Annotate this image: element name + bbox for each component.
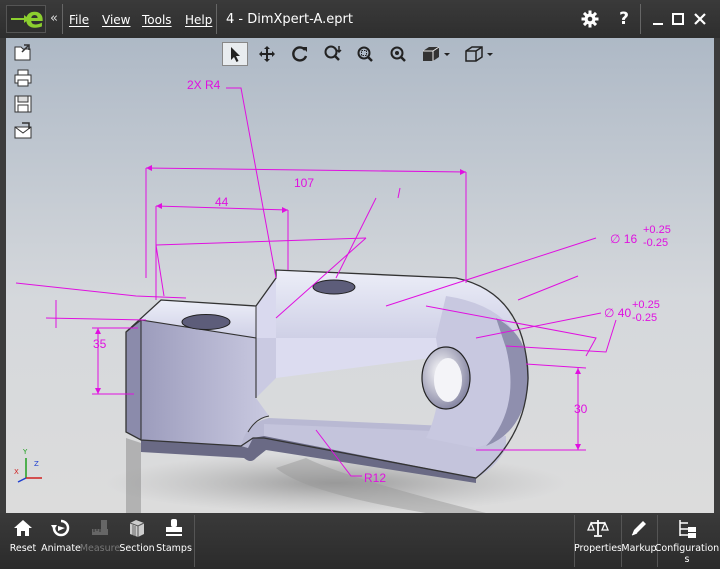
triad-z-label: Z [34,460,39,468]
divider [62,4,63,34]
minimize-icon[interactable] [647,8,669,30]
animate-label: Animate [41,543,81,554]
logo-e-icon: e [25,1,44,34]
annotation-diameter-40: ∅ 40 [604,306,632,320]
stamps-button[interactable]: Stamps [156,513,192,569]
part-body[interactable] [125,269,529,483]
annotation-44: 44 [215,195,229,209]
annotation-2x-r4: 2X R4 [187,78,221,92]
annotation-30: 30 [574,402,588,416]
configurations-label-line2: s [684,554,690,565]
annotation-diameter-16-minus: -0.25 [643,237,669,249]
title-bar: e « File View Tools Help 4 - DimXpert-A.… [0,0,720,38]
properties-label: Properties [574,543,623,554]
animate-button[interactable]: Animate [41,513,81,569]
menu-help[interactable]: Help [185,13,212,27]
document-title: 4 - DimXpert-A.eprt [226,12,354,27]
triad-y-label: Y [23,448,28,456]
app-window: e « File View Tools Help 4 - DimXpert-A.… [0,0,720,569]
divider [194,515,195,567]
stamps-label: Stamps [156,543,192,554]
dimension-lines [15,87,617,477]
3d-viewport[interactable]: 2X R4 107 44 ∅ 16 +0.25 -0.25 ∅ 40 +0.25… [6,38,714,513]
configurations-label-line1: Configuration [654,543,720,554]
measure-button: Measure [79,513,121,569]
ground-shadow [126,438,141,513]
section-label: Section [119,543,155,554]
maximize-icon[interactable] [667,8,689,30]
markup-icon [631,521,646,536]
annotation-35: 35 [93,337,107,351]
markup-label: Markup [621,543,657,554]
menu-tools[interactable]: Tools [142,13,172,27]
home-icon [14,520,32,536]
annotation-diameter-40-minus: -0.25 [632,312,658,324]
collapse-menu-button[interactable]: « [50,11,58,26]
divider [574,515,575,567]
menu-view[interactable]: View [102,13,130,27]
annotation-diameter-16-plus: +0.25 [643,224,671,236]
triad-x-label: X [14,468,19,476]
divider [640,4,641,34]
properties-button[interactable]: Properties [574,513,623,569]
section-button[interactable]: Section [119,513,155,569]
help-icon[interactable]: ? [613,8,635,30]
properties-icon [587,520,609,537]
animate-icon [51,519,70,537]
annotation-diameter-16: ∅ 16 [610,232,638,246]
configurations-icon [679,520,696,538]
measure-icon [92,520,108,535]
bottom-toolbar: Reset Animate Measure Section Stamps Pro… [0,513,720,569]
annotation-r12: R12 [364,471,387,485]
gear-icon[interactable] [579,8,601,30]
configurations-button[interactable]: Configuration s [654,513,720,569]
annotation-diameter-40-plus: +0.25 [632,299,660,311]
axis-triad: Y Z X [12,448,56,484]
model-canvas[interactable] [6,38,714,513]
annotation-107: 107 [294,176,315,190]
measure-label: Measure [79,543,121,554]
reset-button[interactable]: Reset [8,513,38,569]
menu-file[interactable]: File [69,13,89,27]
divider [216,4,217,34]
close-icon[interactable] [689,8,711,30]
section-icon [129,520,145,537]
reset-label: Reset [9,543,37,554]
stamps-icon [166,519,182,536]
edrawings-logo[interactable]: e [6,1,46,34]
markup-button[interactable]: Markup [621,513,657,569]
